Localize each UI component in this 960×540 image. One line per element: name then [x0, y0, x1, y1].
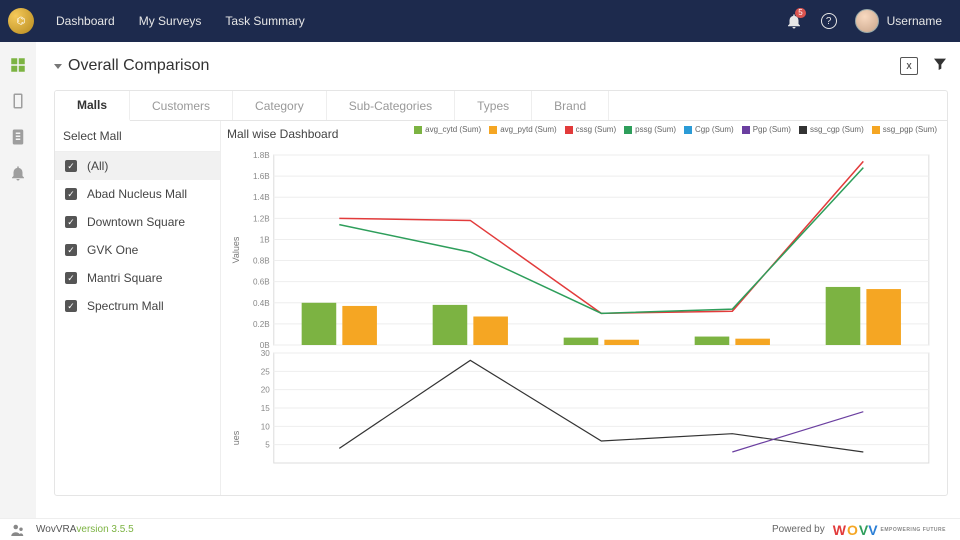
mall-selector: Select Mall (All) Abad Nucleus Mall Down…	[55, 121, 221, 495]
left-sidebar	[0, 42, 36, 518]
checkbox-checked-icon	[65, 300, 77, 312]
svg-text:1B: 1B	[260, 236, 270, 245]
tab-brand[interactable]: Brand	[532, 91, 609, 120]
comparison-card: Malls Customers Category Sub-Categories …	[54, 90, 948, 496]
svg-text:1.2B: 1.2B	[253, 214, 270, 223]
export-excel-button[interactable]: X	[900, 57, 918, 75]
nav-my-surveys[interactable]: My Surveys	[139, 14, 202, 28]
page-header: Overall Comparison X	[54, 52, 948, 80]
svg-text:15: 15	[261, 404, 271, 413]
svg-text:20: 20	[261, 386, 271, 395]
chart-area: Mall wise Dashboard avg_cytd (Sum)avg_py…	[221, 121, 947, 495]
vendor-logo: WOVV EMPOWERING FUTURE	[833, 522, 946, 538]
mall-label: (All)	[87, 159, 108, 173]
help-button[interactable]: ?	[821, 13, 837, 29]
svg-text:0.8B: 0.8B	[253, 257, 270, 266]
mall-option[interactable]: Downtown Square	[55, 208, 220, 236]
mall-selector-title: Select Mall	[55, 121, 220, 152]
mall-label: Mantri Square	[87, 271, 162, 285]
svg-text:10: 10	[261, 422, 271, 431]
sidebar-clipboard2-icon[interactable]	[9, 128, 27, 146]
footer-users-icon	[8, 521, 28, 539]
version-label: version 3.5.5	[76, 524, 133, 535]
mall-label: GVK One	[87, 243, 138, 257]
mall-label: Downtown Square	[87, 215, 185, 229]
checkbox-checked-icon	[65, 244, 77, 256]
card-tabs: Malls Customers Category Sub-Categories …	[55, 91, 947, 121]
top-bar: ⌬ Dashboard My Surveys Task Summary 5 ? …	[0, 0, 960, 42]
brand-logo: ⌬	[8, 8, 34, 34]
checkbox-checked-icon	[65, 188, 77, 200]
svg-text:0.2B: 0.2B	[253, 320, 270, 329]
footer: WovVRA version 3.5.5 Powered by WOVV EMP…	[0, 518, 960, 540]
tab-types[interactable]: Types	[455, 91, 532, 120]
mall-label: Spectrum Mall	[87, 299, 164, 313]
nav-dashboard[interactable]: Dashboard	[56, 14, 115, 28]
mall-option[interactable]: GVK One	[55, 236, 220, 264]
collapse-caret-icon[interactable]	[54, 64, 62, 69]
product-name: WovVRA	[36, 524, 76, 535]
checkbox-checked-icon	[65, 272, 77, 284]
chart-legend: avg_cytd (Sum)avg_pytd (Sum)cssg (Sum)ps…	[414, 125, 937, 134]
avatar[interactable]	[855, 9, 879, 33]
svg-text:5: 5	[265, 441, 270, 450]
svg-text:Values: Values	[231, 236, 241, 263]
svg-text:25: 25	[261, 367, 271, 376]
notifications-button[interactable]: 5	[785, 12, 803, 30]
checkbox-checked-icon	[65, 160, 77, 172]
filter-button[interactable]	[932, 56, 948, 77]
page-content: Overall Comparison X Malls Customers Cat…	[36, 42, 960, 518]
sidebar-clipboard1-icon[interactable]	[9, 92, 27, 110]
funnel-icon	[932, 56, 948, 72]
mall-option[interactable]: Abad Nucleus Mall	[55, 180, 220, 208]
svg-text:0.4B: 0.4B	[253, 299, 270, 308]
powered-by-label: Powered by	[772, 524, 825, 535]
sidebar-bell-icon[interactable]	[9, 164, 27, 182]
page-title: Overall Comparison	[68, 57, 209, 75]
tab-sub-categories[interactable]: Sub-Categories	[327, 91, 455, 120]
tab-customers[interactable]: Customers	[130, 91, 233, 120]
svg-text:0.6B: 0.6B	[253, 278, 270, 287]
sidebar-dashboard-icon[interactable]	[9, 56, 27, 74]
tab-malls[interactable]: Malls	[55, 91, 130, 121]
mall-option[interactable]: Mantri Square	[55, 264, 220, 292]
top-nav: Dashboard My Surveys Task Summary	[56, 14, 305, 28]
nav-task-summary[interactable]: Task Summary	[225, 14, 304, 28]
svg-text:1.4B: 1.4B	[253, 193, 270, 202]
mall-label: Abad Nucleus Mall	[87, 187, 187, 201]
tab-category[interactable]: Category	[233, 91, 327, 120]
username-label[interactable]: Username	[887, 14, 942, 28]
checkbox-checked-icon	[65, 216, 77, 228]
mall-option[interactable]: Spectrum Mall	[55, 292, 220, 320]
mall-option-all[interactable]: (All)	[55, 152, 220, 180]
svg-text:1.6B: 1.6B	[253, 172, 270, 181]
chart-svg: 0B0.2B0.4B0.6B0.8B1B1.2B1.4B1.6B1.8BValu…	[227, 143, 939, 483]
svg-text:30: 30	[261, 349, 271, 358]
notification-badge: 5	[795, 8, 805, 18]
svg-text:1.8B: 1.8B	[253, 151, 270, 160]
svg-text:ues: ues	[231, 430, 241, 445]
